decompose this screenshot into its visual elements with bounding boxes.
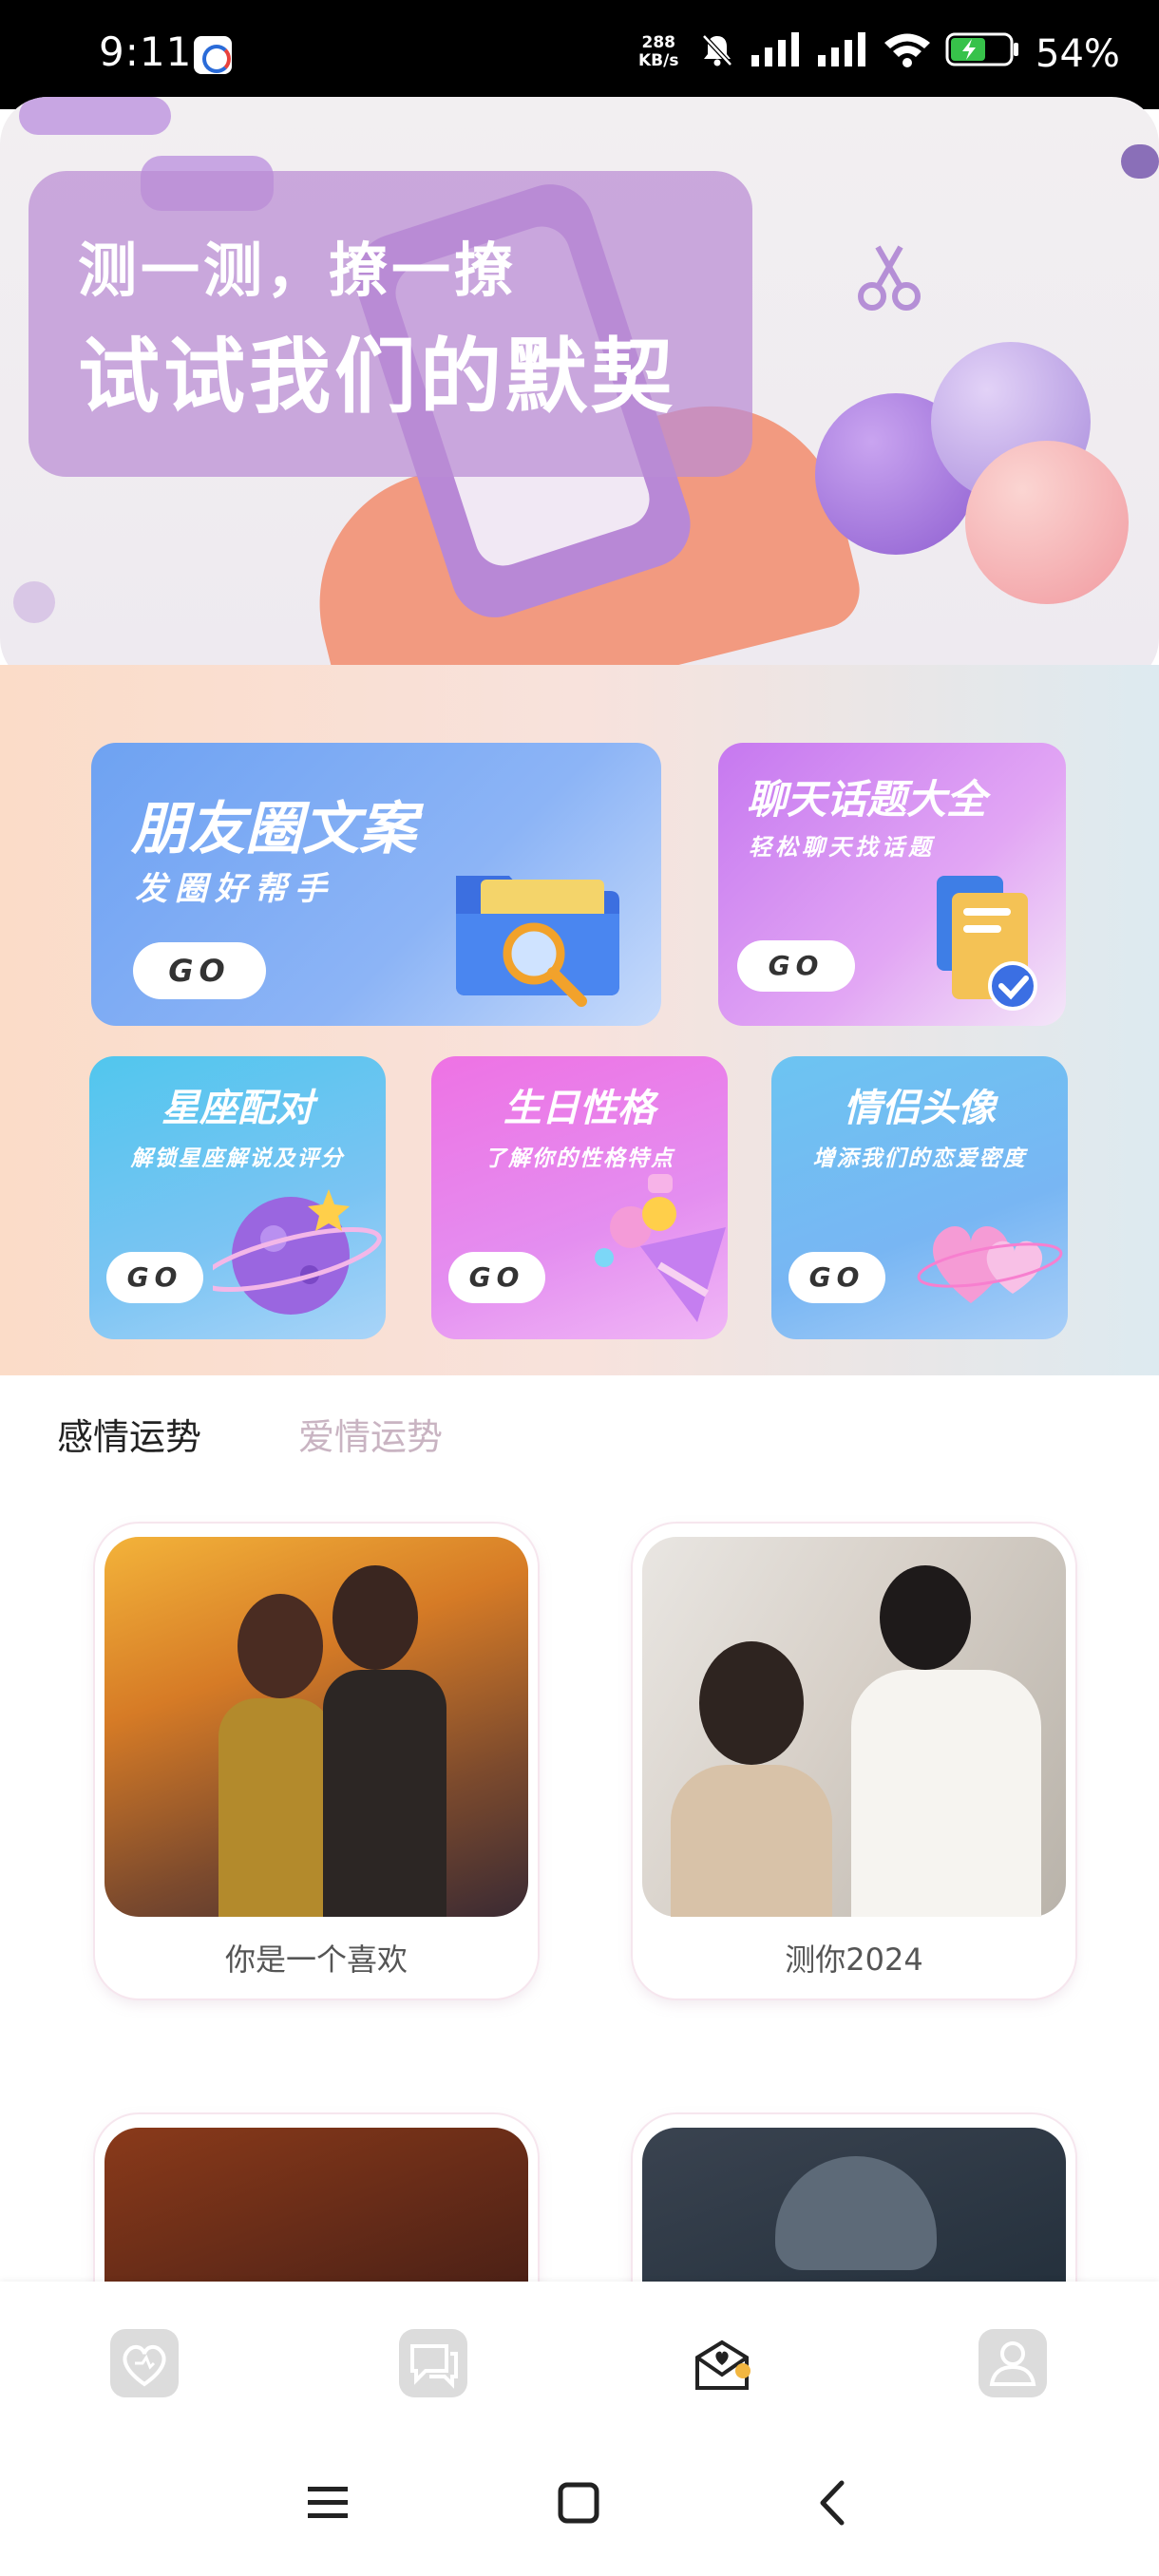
feature-title: 聊天话题大全 [747, 776, 987, 823]
couple-figure [880, 1565, 971, 1670]
menu-icon[interactable] [304, 2479, 352, 2527]
go-button[interactable]: GO [133, 942, 266, 999]
signal-icon-2 [818, 32, 865, 66]
couple-figure [218, 1698, 332, 1917]
feature-subtitle: 增添我们的恋爱密度 [812, 1146, 1027, 1171]
chat-bubble-decoration [1121, 144, 1159, 179]
feature-title: 生日性格 [504, 1087, 656, 1130]
heart-icon[interactable] [110, 2329, 179, 2397]
status-icons [698, 30, 1021, 68]
go-button[interactable]: GO [106, 1252, 203, 1303]
go-button[interactable]: GO [788, 1252, 885, 1303]
feature-card-birthday-personality[interactable]: 生日性格 了解你的性格特点 GO [431, 1056, 728, 1339]
mute-icon [702, 34, 732, 66]
hero-title-line1: 测一测，撩一撩 [78, 236, 518, 305]
document-check-icon [937, 876, 1037, 1011]
feature-subtitle: 发圈好帮手 [135, 870, 334, 908]
tab-love-fortune[interactable]: 爱情运势 [298, 1408, 443, 1460]
couple-figure [238, 1594, 323, 1698]
couple-figure [332, 1565, 418, 1670]
test-card-image [104, 1537, 528, 1917]
hero-title-line2: 试试我们的默契 [78, 330, 676, 425]
couple-figure [699, 1641, 804, 1765]
feature-card-chat-topics[interactable]: 聊天话题大全 轻松聊天找话题 GO [718, 743, 1066, 1026]
battery-icon [945, 32, 1018, 66]
status-time: 9:11 [99, 28, 193, 75]
hearts-icon [917, 1226, 1063, 1303]
feature-subtitle: 了解你的性格特点 [484, 1146, 674, 1171]
app-notification-icon [194, 36, 232, 74]
test-card[interactable]: 你是一个喜欢 [95, 1524, 538, 1998]
network-speed: 288 KB/s [638, 34, 678, 70]
folder-search-icon [456, 876, 619, 1007]
scissors-icon [858, 245, 921, 311]
bottom-navigation [0, 2282, 1159, 2576]
home-icon[interactable] [555, 2479, 602, 2527]
feature-card-couple-avatars[interactable]: 情侣头像 增添我们的恋爱密度 GO [771, 1056, 1068, 1339]
tab-emotion-fortune[interactable]: 感情运势 [57, 1408, 201, 1460]
back-icon[interactable] [809, 2479, 857, 2527]
status-bar: 9:11 288 KB/s 54% [0, 0, 1159, 109]
party-popper-icon [595, 1174, 726, 1322]
feature-card-moments-copy[interactable]: 朋友圈文案 发圈好帮手 GO [91, 743, 661, 1026]
hero-banner[interactable]: 测一测，撩一撩 试试我们的默契 [0, 97, 1159, 686]
test-card-image [642, 1537, 1066, 1917]
go-button[interactable]: GO [448, 1252, 545, 1303]
chat-bubble-decoration [19, 97, 171, 135]
balloon-icon [965, 441, 1129, 604]
signal-icon-1 [751, 32, 799, 66]
love-letter-icon[interactable] [688, 2329, 756, 2397]
feature-title: 情侣头像 [844, 1087, 996, 1130]
network-speed-value: 288 [641, 33, 675, 52]
battery-percent: 54% [1036, 32, 1120, 76]
feature-card-zodiac-match[interactable]: 星座配对 解锁星座解说及评分 GO [89, 1056, 386, 1339]
couple-figure [323, 1670, 446, 1917]
network-speed-unit: KB/s [638, 51, 679, 70]
feature-subtitle: 轻松聊天找话题 [749, 834, 935, 861]
couple-figure [671, 1765, 832, 1917]
profile-icon[interactable] [978, 2329, 1047, 2397]
feature-title: 星座配对 [162, 1087, 314, 1130]
test-card-label: 测你2024 [785, 1941, 923, 1978]
feature-title: 朋友圈文案 [131, 796, 416, 862]
chat-icon[interactable] [399, 2329, 467, 2397]
planet-icon [213, 1189, 382, 1315]
beanie-figure [775, 2156, 937, 2270]
test-card-label: 你是一个喜欢 [224, 1941, 408, 1978]
couple-figure [851, 1670, 1041, 1917]
go-button[interactable]: GO [737, 940, 855, 992]
test-card[interactable]: 测你2024 [633, 1524, 1075, 1998]
wifi-icon [884, 33, 930, 67]
circle-decoration [13, 581, 55, 623]
feature-subtitle: 解锁星座解说及评分 [130, 1146, 345, 1171]
